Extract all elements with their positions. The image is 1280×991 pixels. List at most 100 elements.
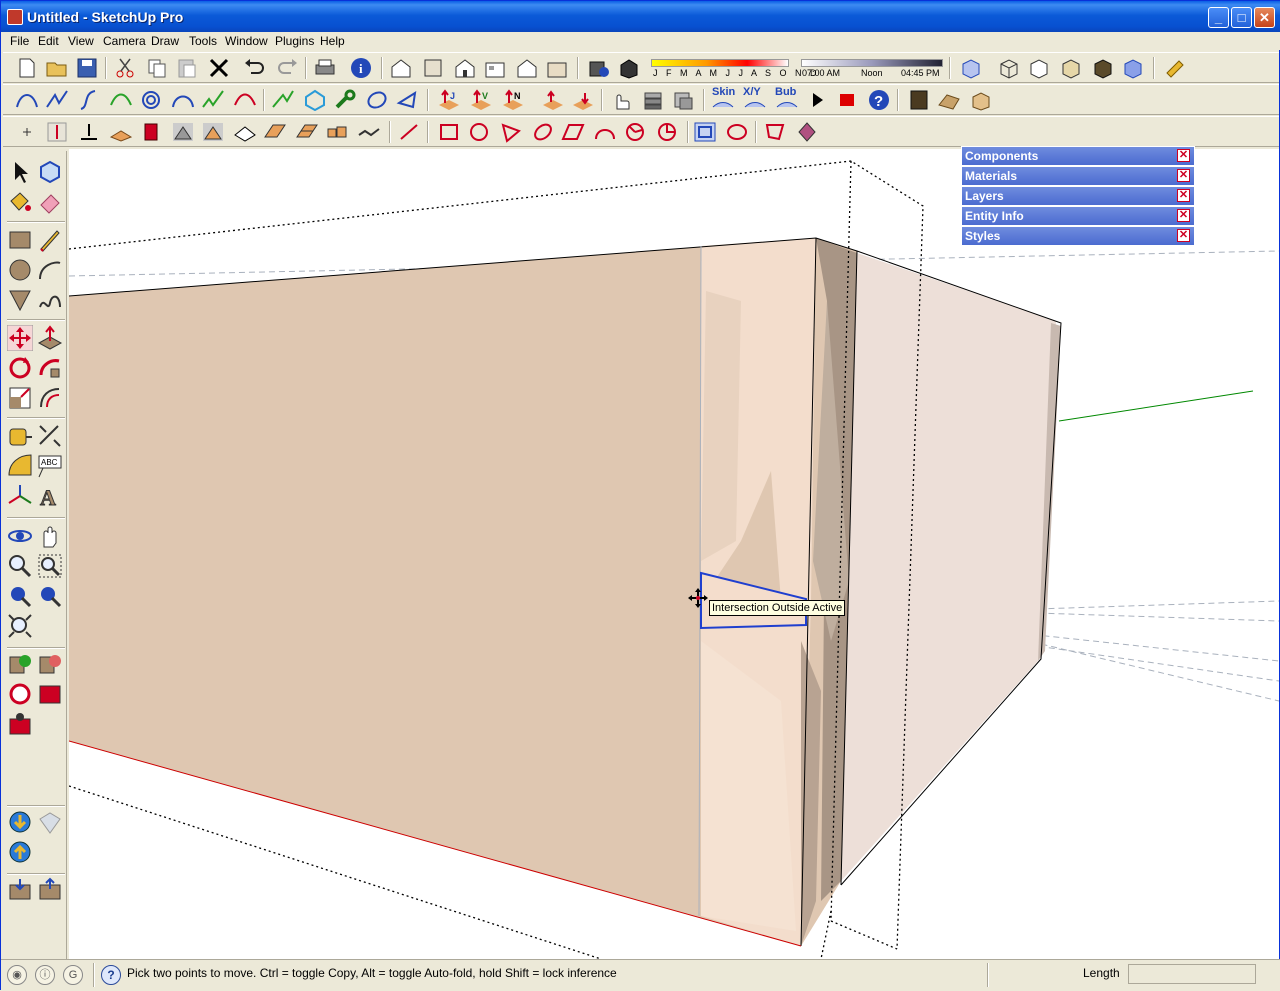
cut-icon[interactable] bbox=[113, 57, 137, 79]
close-button[interactable]: ✕ bbox=[1254, 7, 1275, 28]
3d-text-icon[interactable]: A bbox=[37, 483, 63, 510]
extrude-icon[interactable] bbox=[357, 121, 381, 143]
follow-me-icon[interactable] bbox=[37, 355, 63, 381]
title-bar[interactable]: Untitled - SketchUp Pro _ □ ✕ bbox=[1, 1, 1280, 33]
rotate-icon[interactable] bbox=[7, 355, 33, 381]
from-contours-icon[interactable] bbox=[171, 121, 195, 143]
close-icon[interactable]: ✕ bbox=[1177, 149, 1190, 162]
from-scratch-icon[interactable] bbox=[201, 121, 225, 143]
monochrome-style-icon[interactable] bbox=[1121, 57, 1145, 79]
circle-icon[interactable] bbox=[7, 257, 33, 283]
top-view-icon[interactable] bbox=[421, 57, 445, 79]
polygon-plugin-icon[interactable] bbox=[303, 89, 327, 111]
protractor-icon[interactable] bbox=[7, 453, 33, 479]
zoom-icon[interactable] bbox=[7, 553, 33, 579]
tray-styles[interactable]: Styles ✕ bbox=[961, 226, 1195, 246]
measurements-input[interactable] bbox=[1128, 964, 1256, 984]
axis-tool-icon[interactable] bbox=[45, 121, 69, 143]
draw-segment-icon[interactable] bbox=[655, 121, 679, 143]
freehand-icon[interactable] bbox=[37, 287, 63, 313]
credits-icon[interactable]: ⓘ bbox=[35, 965, 55, 985]
new-file-icon[interactable] bbox=[15, 57, 39, 79]
tray-layers[interactable]: Layers ✕ bbox=[961, 186, 1195, 206]
make-component-icon[interactable] bbox=[37, 159, 63, 185]
layer-stack-icon[interactable] bbox=[641, 89, 665, 111]
model-viewport[interactable] bbox=[69, 149, 1279, 959]
menu-edit[interactable]: Edit bbox=[38, 34, 59, 48]
shingle-icon[interactable] bbox=[937, 89, 961, 111]
menu-tools[interactable]: Tools bbox=[189, 34, 217, 48]
add-detail-icon[interactable] bbox=[233, 121, 257, 143]
grid-surface-icon[interactable] bbox=[295, 121, 319, 143]
vector-push-pull-icon[interactable]: V bbox=[469, 89, 493, 111]
draw-line-icon[interactable] bbox=[397, 121, 421, 143]
back-view-icon[interactable] bbox=[515, 57, 539, 79]
move-icon[interactable] bbox=[7, 325, 33, 351]
select-hand-icon[interactable] bbox=[609, 89, 633, 111]
wrench-icon[interactable] bbox=[333, 89, 357, 111]
pencil-line-icon[interactable] bbox=[37, 227, 63, 253]
menu-help[interactable]: Help bbox=[320, 34, 345, 48]
maximize-button[interactable]: □ bbox=[1231, 7, 1252, 28]
time-slider[interactable] bbox=[801, 59, 943, 67]
paint-bucket-icon[interactable] bbox=[7, 189, 33, 215]
shaded-textures-style-icon[interactable] bbox=[1091, 57, 1115, 79]
redo-icon[interactable] bbox=[275, 57, 299, 79]
freeform-icon[interactable] bbox=[725, 121, 749, 143]
close-icon[interactable]: ✕ bbox=[1177, 189, 1190, 202]
paste-icon[interactable] bbox=[175, 57, 199, 79]
normal-push-pull-icon[interactable]: N bbox=[501, 89, 525, 111]
axes-icon[interactable] bbox=[7, 483, 33, 509]
box-export-icon[interactable] bbox=[969, 89, 993, 111]
copy-icon[interactable] bbox=[145, 57, 169, 79]
shaded-style-icon[interactable] bbox=[1059, 57, 1083, 79]
section-plane-add-icon[interactable] bbox=[7, 651, 33, 677]
hidden-line-style-icon[interactable] bbox=[1027, 57, 1051, 79]
tray-entity-info[interactable]: Entity Info ✕ bbox=[961, 206, 1195, 226]
draw-arc-icon[interactable] bbox=[593, 121, 617, 143]
draw-rect-icon[interactable] bbox=[437, 121, 461, 143]
export-google-earth-icon[interactable] bbox=[7, 877, 33, 903]
zoom-extents-icon[interactable] bbox=[7, 613, 33, 639]
film-icon[interactable] bbox=[907, 89, 931, 111]
help-question-icon[interactable]: ? bbox=[867, 89, 891, 111]
front-view-icon[interactable] bbox=[453, 57, 477, 79]
polyline-icon[interactable] bbox=[45, 89, 69, 111]
close-icon[interactable]: ✕ bbox=[1177, 229, 1190, 242]
ellipse-plugin-icon[interactable] bbox=[365, 89, 389, 111]
sketchup-app-icon[interactable] bbox=[7, 9, 23, 25]
stop-icon[interactable] bbox=[835, 89, 859, 111]
tray-materials[interactable]: Materials ✕ bbox=[961, 166, 1195, 186]
arc-icon[interactable] bbox=[37, 257, 63, 283]
tape-measure-icon[interactable] bbox=[7, 423, 33, 449]
display-shadows-icon[interactable] bbox=[617, 57, 641, 79]
menu-camera[interactable]: Camera bbox=[103, 34, 146, 48]
menu-view[interactable]: View bbox=[68, 34, 94, 48]
minimize-button[interactable]: _ bbox=[1208, 7, 1229, 28]
menu-file[interactable]: File bbox=[10, 34, 29, 48]
boxes-icon[interactable] bbox=[325, 121, 349, 143]
pan-hand-icon[interactable] bbox=[37, 523, 63, 549]
crosshair-icon[interactable] bbox=[15, 121, 39, 143]
draw-ellipse-icon[interactable] bbox=[531, 121, 555, 143]
ruler-icon[interactable] bbox=[1163, 57, 1187, 79]
smoove-tool-icon[interactable] bbox=[139, 121, 163, 143]
line-plugin-icon[interactable] bbox=[271, 89, 295, 111]
joint-push-pull-icon[interactable]: J bbox=[437, 89, 461, 111]
polygon-draw-icon[interactable] bbox=[763, 121, 787, 143]
google-signin-icon[interactable]: G bbox=[63, 965, 83, 985]
erase-x-icon[interactable] bbox=[207, 57, 231, 79]
layer-manager-icon[interactable] bbox=[671, 89, 695, 111]
menu-window[interactable]: Window bbox=[225, 34, 268, 48]
xray-style-icon[interactable] bbox=[959, 57, 983, 79]
import-google-earth-icon[interactable] bbox=[37, 877, 63, 903]
paint-face-icon[interactable] bbox=[795, 121, 819, 143]
rectangle-icon[interactable] bbox=[7, 227, 33, 253]
close-icon[interactable]: ✕ bbox=[1177, 169, 1190, 182]
right-view-icon[interactable] bbox=[483, 57, 507, 79]
geo-location-icon[interactable]: ◉ bbox=[7, 965, 27, 985]
menu-draw[interactable]: Draw bbox=[151, 34, 179, 48]
print-icon[interactable] bbox=[313, 57, 337, 79]
instructor-help-icon[interactable]: ? bbox=[101, 965, 121, 985]
curve-icon[interactable] bbox=[171, 89, 195, 111]
